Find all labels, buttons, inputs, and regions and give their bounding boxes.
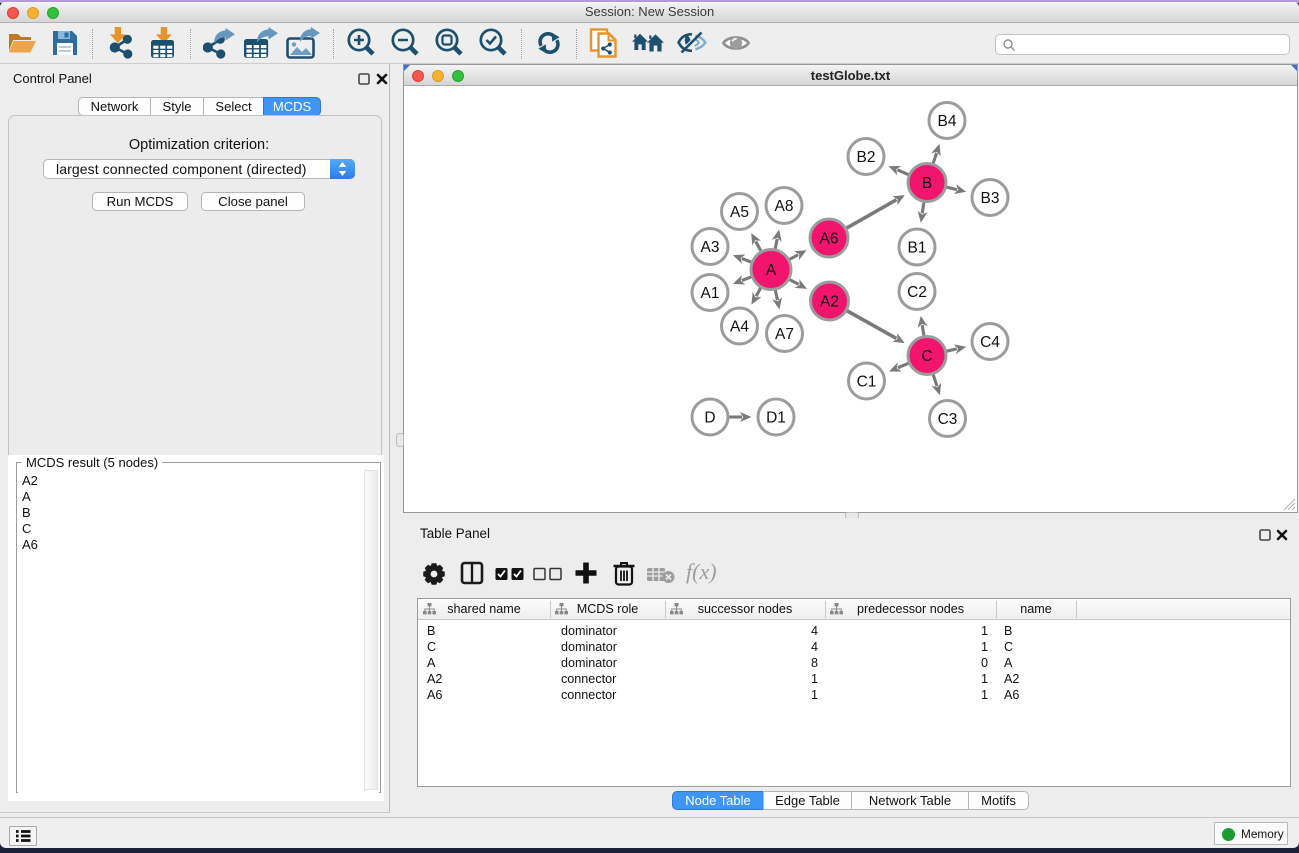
svg-text:B1: B1 [908, 240, 927, 257]
svg-text:A7: A7 [775, 326, 794, 343]
svg-text:A2: A2 [820, 294, 839, 311]
svg-text:C4: C4 [980, 334, 1000, 351]
svg-text:C2: C2 [907, 284, 927, 301]
svg-text:A6: A6 [820, 231, 839, 248]
svg-text:B: B [922, 175, 932, 192]
svg-text:A5: A5 [730, 204, 749, 221]
svg-text:A1: A1 [701, 285, 720, 302]
svg-text:B3: B3 [981, 190, 1000, 207]
svg-text:B4: B4 [938, 113, 957, 130]
svg-text:C: C [921, 348, 932, 365]
svg-text:A4: A4 [730, 319, 749, 336]
svg-text:A8: A8 [775, 198, 794, 215]
svg-text:A3: A3 [701, 239, 720, 256]
svg-text:C3: C3 [938, 411, 958, 428]
svg-text:B2: B2 [857, 149, 876, 166]
svg-text:C1: C1 [857, 374, 877, 391]
svg-text:D: D [704, 410, 715, 427]
svg-text:A: A [766, 262, 777, 279]
svg-text:D1: D1 [766, 410, 786, 427]
